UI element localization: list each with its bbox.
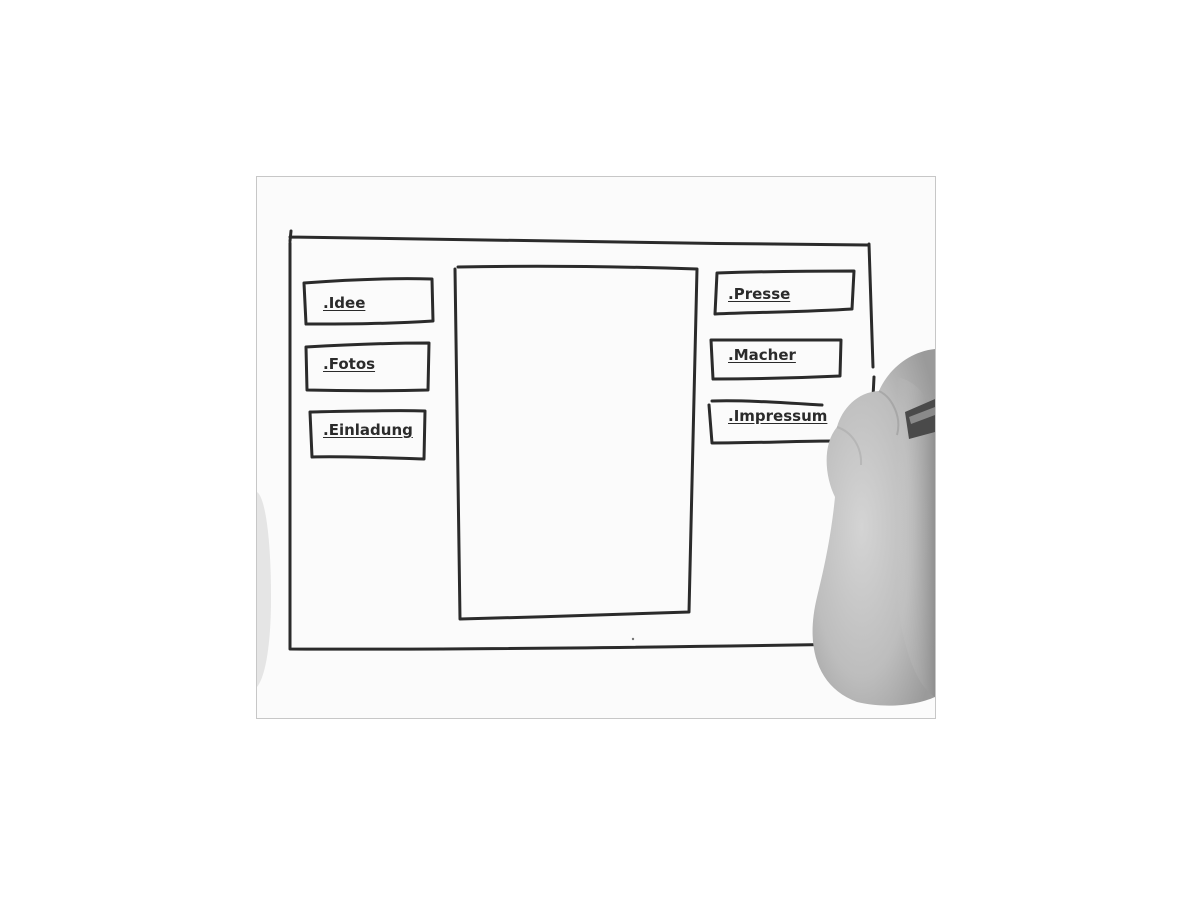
page: .Idee .Fotos .Einladung .Presse .Macher … [0,0,1200,900]
nav-link-presse[interactable]: .Presse [728,285,790,303]
nav-link-einladung[interactable]: .Einladung [323,421,413,439]
nav-link-fotos[interactable]: .Fotos [323,355,375,373]
content-area-outline [453,264,699,621]
nav-link-impressum[interactable]: .Impressum [728,407,827,425]
sketch-image-frame: .Idee .Fotos .Einladung .Presse .Macher … [256,176,936,719]
nav-link-macher[interactable]: .Macher [728,346,796,364]
nav-link-idee[interactable]: .Idee [323,294,365,312]
wireframe-sketch [288,229,876,651]
